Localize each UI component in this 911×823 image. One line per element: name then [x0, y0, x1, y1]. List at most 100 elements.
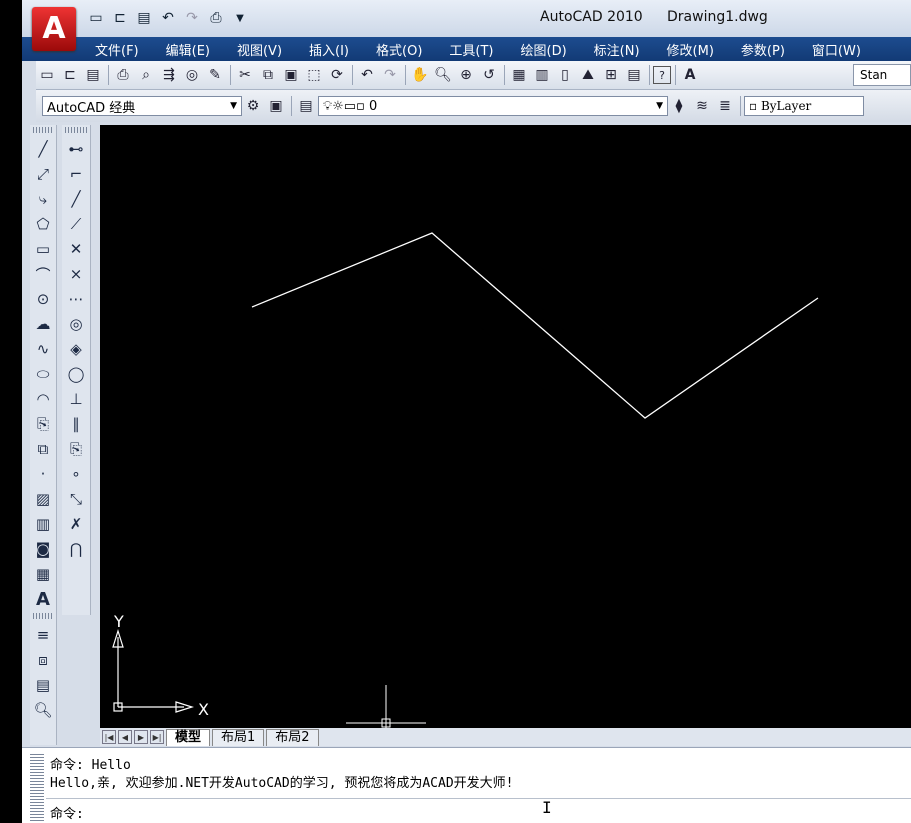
region-icon[interactable]: ◙ [31, 537, 55, 561]
snap-nearest-icon[interactable]: ⤡ [64, 487, 88, 511]
match-properties-icon[interactable]: ⬚ [303, 64, 325, 86]
open-icon[interactable]: ⊏ [59, 64, 81, 86]
menu-modify[interactable]: 修改(M) [667, 40, 714, 59]
circle-icon[interactable]: ⊙ [31, 287, 55, 311]
design-publish-icon[interactable]: ✎ [204, 64, 226, 86]
tab-model[interactable]: 模型 [166, 728, 211, 746]
qat-dropdown-icon[interactable]: ▼ [230, 9, 250, 27]
layer-properties-icon[interactable]: ▤ [295, 95, 317, 117]
construction-line-icon[interactable]: ⤢ [31, 162, 55, 186]
layer-previous-icon[interactable]: ≋ [691, 95, 713, 117]
table-icon[interactable]: ▦ [31, 562, 55, 586]
prev-tab-icon[interactable]: ◀ [118, 730, 132, 744]
spline-icon[interactable]: ∿ [31, 337, 55, 361]
menu-format[interactable]: 格式(O) [376, 40, 422, 59]
drawing-area[interactable]: Y X [100, 125, 911, 728]
undo-icon[interactable]: ↶ [158, 9, 178, 27]
first-tab-icon[interactable]: |◀ [102, 730, 116, 744]
multiline-text-icon[interactable]: A [31, 587, 55, 611]
snap-apparent-intersection-icon[interactable]: ⨯ [64, 262, 88, 286]
design-center-icon[interactable]: ▥ [531, 64, 553, 86]
polygon-icon[interactable]: ⬠ [31, 212, 55, 236]
command-input[interactable]: 命令: [46, 798, 911, 823]
snap-node-icon[interactable]: ∘ [64, 462, 88, 486]
sheet-set-icon[interactable]: ⛰ [577, 64, 599, 86]
revision-cloud-icon[interactable]: ☁ [31, 312, 55, 336]
ellipse-arc-icon[interactable]: ◠ [31, 387, 55, 411]
save-icon[interactable]: ▤ [134, 9, 154, 27]
menu-dimension[interactable]: 标注(N) [594, 40, 640, 59]
make-current-layer-icon[interactable]: ⧫ [668, 95, 690, 117]
gradient-icon[interactable]: ▥ [31, 512, 55, 536]
zoom-realtime-icon[interactable]: 🔍︎ [432, 64, 454, 86]
color-combo[interactable]: ▫ ByLayer [744, 96, 864, 116]
paste-icon[interactable]: ▣ [280, 64, 302, 86]
snap-none-icon[interactable]: ✗ [64, 512, 88, 536]
temp-tracking-icon[interactable]: ⊷ [64, 137, 88, 161]
menu-view[interactable]: 视图(V) [237, 40, 282, 59]
menu-draw[interactable]: 绘图(D) [521, 40, 567, 59]
tab-layout1[interactable]: 布局1 [212, 728, 265, 746]
3d-dwf-icon[interactable]: ◎ [181, 64, 203, 86]
ellipse-icon[interactable]: ⬭ [31, 362, 55, 386]
hatch-icon[interactable]: ▨ [31, 487, 55, 511]
tab-layout2[interactable]: 布局2 [266, 728, 319, 746]
polyline-icon[interactable]: ⤷ [31, 187, 55, 211]
toolbar-grip[interactable] [65, 127, 87, 133]
arc-icon[interactable]: ⌒ [31, 262, 55, 286]
menu-parametric[interactable]: 参数(P) [741, 40, 785, 59]
zoom-window-icon[interactable]: ⊕ [455, 64, 477, 86]
next-tab-icon[interactable]: ▶ [134, 730, 148, 744]
toolbar-grip[interactable] [33, 613, 53, 619]
layer-walk-icon[interactable]: ≡ [31, 623, 55, 647]
cut-icon[interactable]: ✂ [234, 64, 256, 86]
last-tab-icon[interactable]: ▶| [150, 730, 164, 744]
layer-states-icon[interactable]: ≣ [714, 95, 736, 117]
zoom-icon[interactable]: 🔍︎ [31, 698, 55, 722]
snap-parallel-icon[interactable]: ∥ [64, 412, 88, 436]
text-style-combo[interactable]: Stan [853, 64, 911, 86]
line-icon[interactable]: ╱ [31, 137, 55, 161]
workspace-settings-icon[interactable]: ⚙ [242, 95, 264, 117]
plot-preview-icon[interactable]: ⌕ [135, 64, 157, 86]
open-file-icon[interactable]: ⊏ [110, 9, 130, 27]
menu-window[interactable]: 窗口(W) [812, 40, 861, 59]
menu-file[interactable]: 文件(F) [95, 40, 139, 59]
command-window-grip[interactable] [30, 752, 44, 823]
insert-block-icon[interactable]: ⎘ [31, 412, 55, 436]
new-file-icon[interactable]: ▭ [86, 9, 106, 27]
block-editor-icon[interactable]: ⟳ [326, 64, 348, 86]
properties-icon[interactable]: ▦ [508, 64, 530, 86]
snap-quadrant-icon[interactable]: ◈ [64, 337, 88, 361]
copy-icon[interactable]: ⧉ [257, 64, 279, 86]
help-icon[interactable]: ? [653, 66, 671, 84]
rectangle-icon[interactable]: ▭ [31, 237, 55, 261]
point-icon[interactable]: · [31, 462, 55, 486]
menu-edit[interactable]: 编辑(E) [166, 40, 210, 59]
osnap-settings-icon[interactable]: ⋂ [64, 537, 88, 561]
zoom-previous-icon[interactable]: ↺ [478, 64, 500, 86]
snap-midpoint-icon[interactable]: ⟋ [64, 212, 88, 236]
layer-states-icon[interactable]: ▤ [31, 673, 55, 697]
snap-endpoint-icon[interactable]: ╱ [64, 187, 88, 211]
snap-tangent-icon[interactable]: ◯ [64, 362, 88, 386]
text-style-icon[interactable]: A [679, 64, 701, 86]
layer-isolate-icon[interactable]: ⧈ [31, 648, 55, 672]
snap-perpendicular-icon[interactable]: ⊥ [64, 387, 88, 411]
menu-tools[interactable]: 工具(T) [449, 40, 493, 59]
plot-icon[interactable]: ⎙ [206, 9, 226, 27]
snap-center-icon[interactable]: ◎ [64, 312, 88, 336]
undo-icon[interactable]: ↶ [356, 64, 378, 86]
make-block-icon[interactable]: ⧉ [31, 437, 55, 461]
save-icon[interactable]: ▤ [82, 64, 104, 86]
workspace-combo[interactable]: AutoCAD 经典 ▼ [42, 96, 242, 116]
snap-extension-icon[interactable]: ⋯ [64, 287, 88, 311]
pan-icon[interactable]: ✋ [409, 64, 431, 86]
plot-icon[interactable]: ⎙ [112, 64, 134, 86]
tool-palettes-icon[interactable]: ▯ [554, 64, 576, 86]
redo-icon[interactable]: ↷ [182, 9, 202, 27]
menu-insert[interactable]: 插入(I) [309, 40, 349, 59]
snap-intersection-icon[interactable]: ✕ [64, 237, 88, 261]
snap-insert-icon[interactable]: ⎘ [64, 437, 88, 461]
calculator-icon[interactable]: ▤ [623, 64, 645, 86]
